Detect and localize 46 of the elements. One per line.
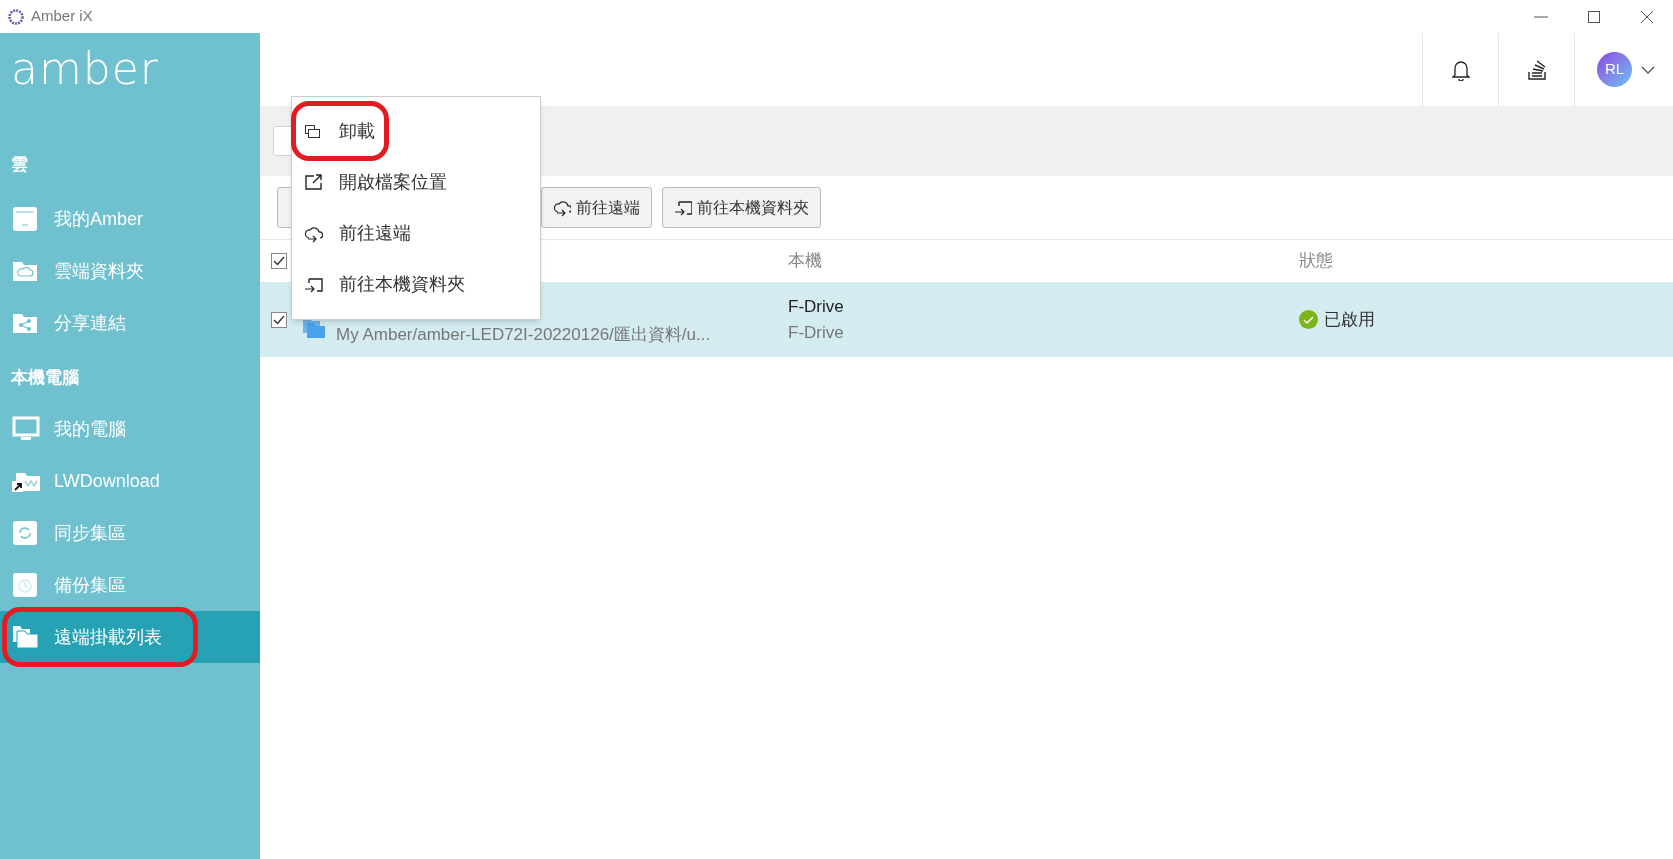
column-header[interactable]: 本機 (788, 248, 1299, 274)
checkbox[interactable] (271, 311, 287, 328)
menu-item[interactable]: 開啟檔案位置 (292, 157, 540, 208)
app-logo-icon (8, 8, 24, 25)
sync-folder-icon (12, 520, 40, 546)
sidebar-item[interactable]: 遠端掛載列表 (0, 611, 260, 663)
minimize-icon (1533, 15, 1548, 18)
sidebar-item[interactable]: 我的電腦 (0, 403, 260, 455)
account-button[interactable]: RL (1574, 33, 1673, 106)
path-text: My Amber/amber-LED72I-20220126/匯出資料/u... (336, 323, 711, 346)
folders-icon (12, 624, 40, 650)
maximize-icon (1585, 8, 1602, 25)
cloud-arrow-icon (553, 198, 571, 217)
toolbar-button[interactable]: 前往遠端 (541, 187, 652, 228)
bell-icon (1450, 58, 1471, 81)
stack-icon (1526, 58, 1547, 81)
sidebar-item[interactable]: 分享連結 (0, 297, 260, 349)
window-title: Amber iX (31, 6, 93, 27)
nas-icon (12, 206, 40, 232)
section-heading: 雲 (10, 154, 29, 176)
open-external-icon (304, 173, 324, 192)
table-cell-text: F-Drive (788, 321, 844, 344)
folder-arrow-icon (304, 275, 324, 294)
brand-logo: amber (10, 42, 160, 96)
menu-item[interactable]: 前往遠端 (292, 208, 540, 259)
user-avatar: RL (1597, 52, 1632, 87)
status-text: 已啟用 (1324, 308, 1375, 331)
cloud-arrow-icon (304, 224, 324, 243)
backup-folder-icon (12, 572, 40, 598)
table-cell-text: F-Drive (788, 295, 844, 318)
check-icon (273, 314, 285, 325)
monitor-icon (12, 416, 40, 442)
checkbox[interactable] (271, 253, 287, 269)
chevron-down-icon (1641, 65, 1655, 74)
column-header[interactable]: 狀態 (1299, 248, 1333, 274)
folder-arrow-icon (674, 198, 692, 217)
sidebar-item[interactable]: 同步集區 (0, 507, 260, 559)
sidebar-item[interactable]: 我的Amber (0, 193, 260, 245)
close-icon (1638, 8, 1655, 25)
check-circle-icon (1299, 310, 1318, 329)
toolbar-button[interactable]: 前往本機資料夾 (662, 187, 821, 228)
sidebar-item[interactable]: 雲端資料夾 (0, 245, 260, 297)
section-heading: 本機電腦 (10, 367, 80, 389)
check-icon (273, 256, 285, 266)
sidebar-item[interactable]: LWDownload (0, 455, 260, 507)
sidebar-item[interactable]: 備份集區 (0, 559, 260, 611)
